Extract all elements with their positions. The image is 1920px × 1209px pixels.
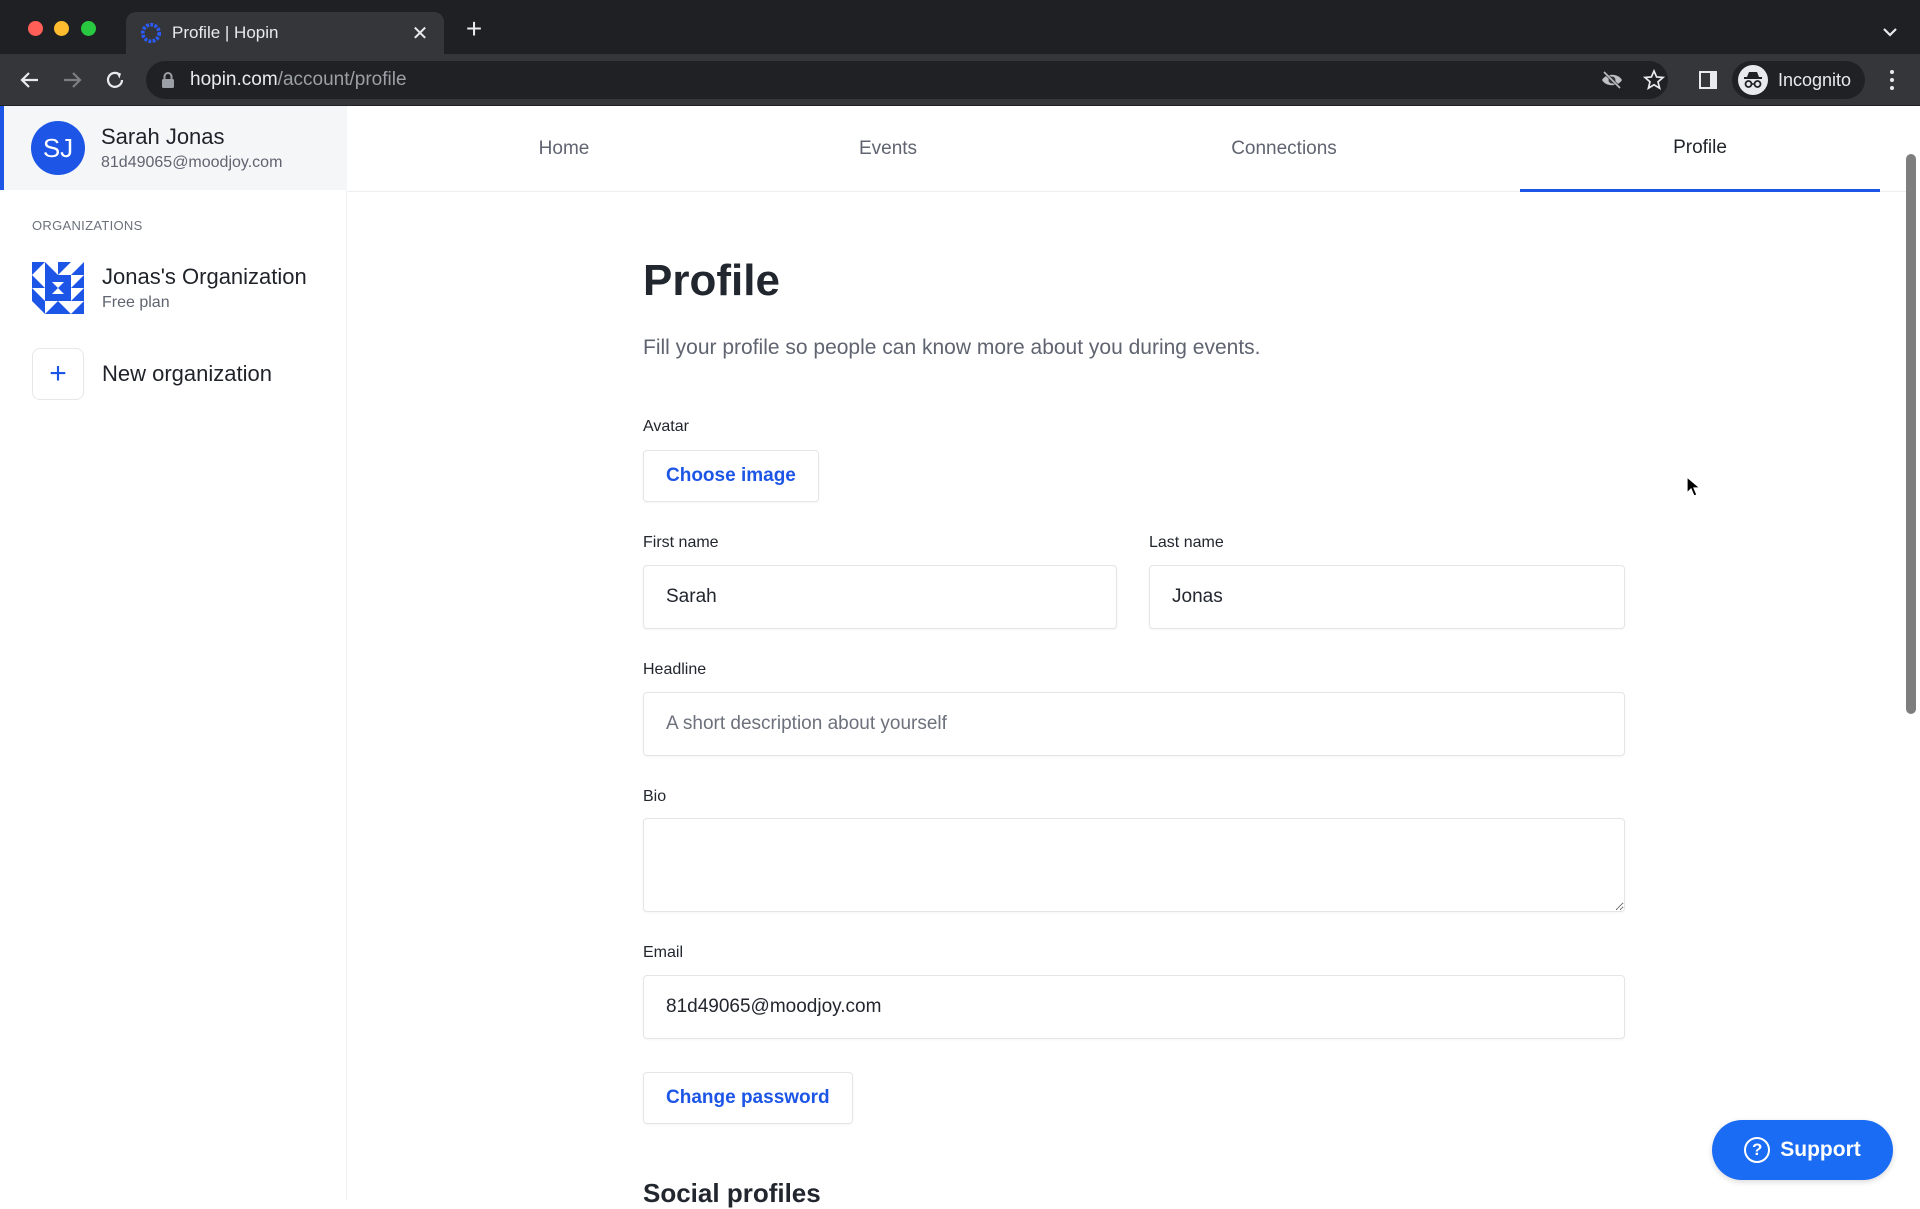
first-name-label: First name — [643, 534, 719, 551]
tab-connections[interactable]: Connections — [1068, 106, 1500, 192]
organizations-heading: ORGANIZATIONS — [32, 218, 143, 233]
url-path: /account/profile — [277, 69, 407, 90]
new-tab-button[interactable]: + — [460, 15, 488, 44]
last-name-label: Last name — [1149, 534, 1224, 551]
organization-item[interactable]: Jonas's Organization Free plan — [32, 262, 307, 314]
forward-button[interactable] — [56, 64, 88, 96]
page-subtitle: Fill your profile so people can know mor… — [643, 336, 1261, 359]
hopin-favicon-icon — [140, 22, 162, 44]
organization-logo-icon — [32, 262, 84, 314]
user-card[interactable]: SJ Sarah Jonas 81d49065@moodjoy.com — [0, 106, 347, 190]
menu-dot — [1890, 86, 1894, 90]
reload-icon — [106, 71, 124, 88]
change-password-button[interactable]: Change password — [643, 1072, 853, 1124]
choose-image-button[interactable]: Choose image — [643, 450, 819, 502]
browser-tab[interactable]: Profile | Hopin ✕ — [126, 12, 444, 54]
tab-events[interactable]: Events — [708, 106, 1068, 192]
close-tab-icon[interactable]: ✕ — [406, 19, 434, 47]
avatar-label: Avatar — [643, 418, 689, 435]
social-profiles-heading: Social profiles — [643, 1178, 821, 1208]
organization-name: Jonas's Organization — [102, 264, 307, 289]
close-window-button[interactable] — [28, 21, 43, 36]
bio-label: Bio — [643, 788, 667, 805]
support-button[interactable]: ? Support — [1712, 1120, 1893, 1180]
browser-menu-button[interactable] — [1880, 66, 1904, 94]
lock-icon — [162, 72, 174, 88]
tab-profile[interactable]: Profile — [1520, 106, 1880, 192]
page-scrollbar[interactable] — [1906, 154, 1916, 714]
maximize-window-button[interactable] — [81, 21, 96, 36]
tab-search-chevron-icon[interactable] — [1876, 20, 1904, 44]
bio-textarea[interactable] — [643, 818, 1625, 912]
support-label: Support — [1780, 1138, 1861, 1161]
back-arrow-icon — [20, 72, 38, 88]
last-name-input[interactable] — [1149, 565, 1625, 629]
browser-tab-title: Profile | Hopin — [172, 23, 279, 42]
url-host: hopin.com — [190, 69, 278, 90]
plus-icon: + — [32, 348, 84, 400]
reload-button[interactable] — [99, 64, 131, 96]
user-info: Sarah Jonas 81d49065@moodjoy.com — [101, 124, 282, 172]
user-email: 81d49065@moodjoy.com — [101, 154, 283, 171]
user-name: Sarah Jonas — [101, 124, 225, 149]
menu-dot — [1890, 70, 1894, 74]
help-circle-icon: ? — [1744, 1137, 1771, 1163]
avatar: SJ — [31, 121, 85, 175]
page: SJ Sarah Jonas 81d49065@moodjoy.com ORGA… — [0, 106, 1920, 1208]
minimize-window-button[interactable] — [54, 21, 69, 36]
headline-input[interactable] — [643, 692, 1625, 756]
organization-text: Jonas's Organization Free plan — [102, 264, 307, 312]
email-input[interactable] — [643, 975, 1625, 1039]
back-button[interactable] — [14, 64, 46, 96]
organization-plan: Free plan — [102, 294, 170, 311]
first-name-input[interactable] — [643, 565, 1117, 629]
address-bar[interactable]: hopin.com/account/profile — [146, 61, 1668, 99]
url-text: hopin.com/account/profile — [190, 69, 407, 91]
email-label: Email — [643, 944, 684, 961]
sidebar: SJ Sarah Jonas 81d49065@moodjoy.com ORGA… — [0, 106, 347, 1200]
new-organization-button[interactable]: + New organization — [32, 348, 272, 400]
eye-slash-icon[interactable] — [1600, 68, 1624, 92]
incognito-profile-button[interactable]: Incognito — [1732, 61, 1866, 99]
browser-tab-strip: Profile | Hopin ✕ + — [0, 0, 1920, 54]
menu-dot — [1890, 78, 1894, 82]
incognito-icon — [1738, 65, 1768, 95]
headline-label: Headline — [643, 661, 707, 678]
new-organization-label: New organization — [102, 361, 272, 386]
mouse-cursor-icon — [1686, 476, 1702, 497]
forward-arrow-icon — [64, 72, 82, 88]
browser-toolbar: hopin.com/account/profile Incognito — [0, 54, 1920, 106]
page-title: Profile — [643, 256, 780, 305]
bookmark-star-icon[interactable] — [1642, 68, 1666, 92]
top-navigation: Home Events Connections Profile — [348, 106, 1908, 192]
incognito-label: Incognito — [1778, 69, 1852, 90]
side-panel-icon[interactable] — [1696, 68, 1720, 92]
